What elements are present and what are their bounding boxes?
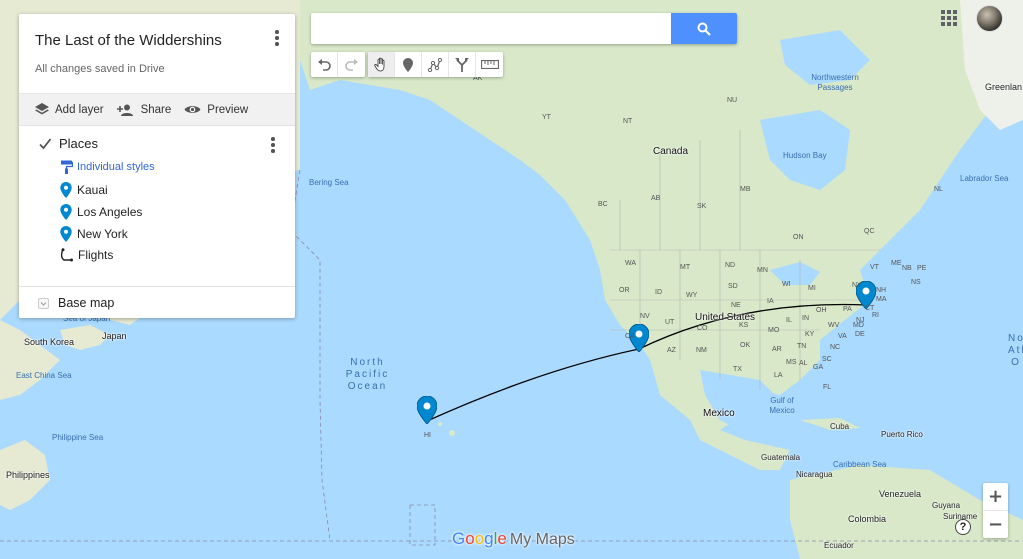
place-marker-icon xyxy=(60,182,72,198)
eye-icon xyxy=(184,106,201,113)
preview-label: Preview xyxy=(207,103,249,116)
apps-grid-icon[interactable] xyxy=(941,10,957,26)
redo-icon xyxy=(344,58,358,71)
history-tools xyxy=(311,52,365,77)
marker-los-angeles[interactable] xyxy=(629,324,649,352)
search-input[interactable] xyxy=(311,13,671,44)
directions-tool[interactable] xyxy=(449,52,476,77)
base-map-toggle[interactable]: Base map xyxy=(38,296,114,310)
place-item-kauai[interactable]: Kauai xyxy=(60,182,108,198)
place-marker-icon xyxy=(60,204,72,220)
help-button[interactable]: ? xyxy=(955,519,971,535)
measure-tool[interactable] xyxy=(476,52,503,77)
layer-header: Places xyxy=(38,136,98,151)
add-person-icon xyxy=(116,104,133,116)
search-icon xyxy=(697,22,711,36)
save-status: All changes saved in Drive xyxy=(35,63,165,75)
search-bar xyxy=(311,13,737,44)
individual-styles-label: Individual styles xyxy=(77,161,155,173)
avatar[interactable] xyxy=(976,5,1003,32)
google-wordmark: Google xyxy=(452,529,507,548)
redo-button[interactable] xyxy=(338,52,365,77)
map-toolbar xyxy=(311,52,503,77)
ruler-icon xyxy=(480,60,499,69)
hand-icon xyxy=(374,57,385,72)
place-item-los-angeles[interactable]: Los Angeles xyxy=(60,204,142,220)
marker-new-york[interactable] xyxy=(856,281,876,309)
zoom-in-button[interactable]: + xyxy=(983,483,1008,510)
place-item-flights[interactable]: Flights xyxy=(60,248,113,262)
zoom-out-button[interactable]: − xyxy=(983,510,1008,537)
marker-kauai[interactable] xyxy=(417,396,437,424)
place-label-los-angeles: Los Angeles xyxy=(77,205,143,219)
draw-line-icon xyxy=(427,57,442,72)
undo-icon xyxy=(318,58,331,71)
draw-line-tool[interactable] xyxy=(422,52,449,77)
layer-name[interactable]: Places xyxy=(59,136,98,151)
layer-visibility-checkbox[interactable] xyxy=(38,136,52,151)
map-legend-panel: The Last of the Widdershins All changes … xyxy=(19,14,295,318)
select-hand-tool[interactable] xyxy=(368,52,395,77)
preview-button[interactable]: Preview xyxy=(184,104,248,116)
map-title[interactable]: The Last of the Widdershins xyxy=(35,32,222,49)
add-layer-label: Add layer xyxy=(55,103,104,116)
add-layer-button[interactable]: Add layer xyxy=(35,103,104,116)
line-path-icon xyxy=(60,248,73,262)
chevron-down-icon xyxy=(38,297,49,309)
base-map-label: Base map xyxy=(58,296,115,310)
checkmark-icon xyxy=(38,136,52,151)
place-item-new-york[interactable]: New York xyxy=(60,226,128,242)
place-marker-icon xyxy=(60,226,72,242)
layer-places: Places Individual styles Kauai Los Angel… xyxy=(19,126,295,287)
place-label-flights: Flights xyxy=(78,248,114,262)
search-button[interactable] xyxy=(671,13,737,44)
add-marker-tool[interactable] xyxy=(395,52,422,77)
drawing-tools xyxy=(368,52,503,77)
layer-options-menu-icon[interactable] xyxy=(263,135,283,155)
place-label-new-york: New York xyxy=(77,227,128,241)
directions-icon xyxy=(455,57,469,72)
place-label-kauai: Kauai xyxy=(77,183,108,197)
my-maps-wordmark: My Maps xyxy=(509,531,575,548)
panel-actions: Add layer Share Preview xyxy=(19,93,295,126)
panel-header: The Last of the Widdershins All changes … xyxy=(19,14,295,93)
zoom-controls: + − xyxy=(983,483,1008,538)
individual-styles-link[interactable]: Individual styles xyxy=(60,160,155,174)
share-button[interactable]: Share xyxy=(116,103,172,116)
layers-icon xyxy=(35,103,49,115)
paint-roller-icon xyxy=(61,160,73,174)
share-label: Share xyxy=(140,103,172,116)
google-my-maps-logo: Google My Maps xyxy=(452,529,575,549)
undo-button[interactable] xyxy=(311,52,338,77)
map-options-menu-icon[interactable] xyxy=(267,28,287,48)
marker-icon xyxy=(403,57,413,72)
